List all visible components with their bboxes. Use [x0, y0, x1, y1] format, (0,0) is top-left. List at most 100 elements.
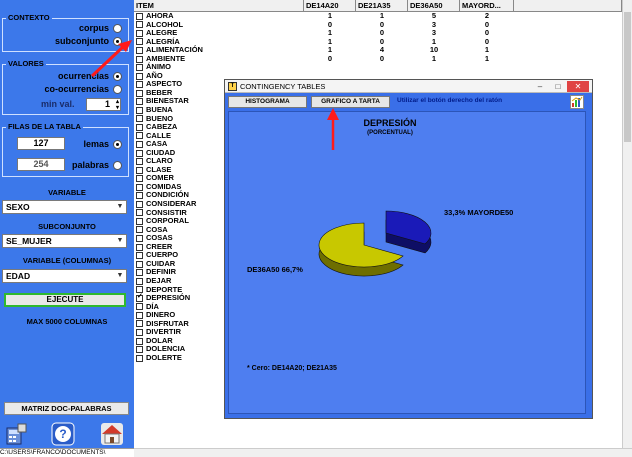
maximize-icon[interactable]: □ — [551, 81, 565, 92]
cell-mayorde50 — [460, 63, 514, 72]
row-checkbox[interactable] — [136, 226, 143, 234]
minimize-icon[interactable]: – — [533, 81, 547, 92]
cell-de21a35: 0 — [379, 53, 385, 63]
row-checkbox[interactable] — [136, 260, 143, 268]
col-header-mayorde50[interactable]: MAYORD... — [460, 0, 514, 11]
row-checkbox[interactable] — [136, 158, 143, 166]
palabras-input[interactable]: 254 — [17, 158, 65, 171]
cell-de21a35 — [356, 63, 408, 72]
cell-mayorde50: 1 — [484, 53, 490, 63]
row-checkbox[interactable] — [136, 183, 143, 191]
table-row[interactable]: ALIMENTACIÓN 1 4 10 1 — [134, 46, 622, 55]
row-checkbox[interactable] — [136, 89, 143, 97]
stepper-arrows-icon[interactable]: ▴ ▾ — [116, 99, 119, 111]
row-checkbox[interactable] — [136, 12, 143, 20]
pie-chart-area[interactable]: DEPRESIÓN (PORCENTUAL) DE36A50 66,7% 33,… — [228, 111, 586, 414]
row-checkbox[interactable] — [136, 29, 143, 37]
row-checkbox[interactable] — [136, 303, 143, 311]
row-checkbox[interactable] — [136, 252, 143, 260]
chevron-down-icon[interactable]: ▼ — [114, 235, 126, 247]
row-checkbox[interactable] — [136, 115, 143, 123]
slice-label-de36a50: DE36A50 66,7% — [247, 265, 303, 274]
row-checkbox[interactable] — [136, 166, 143, 174]
close-icon[interactable]: ✕ — [567, 81, 589, 92]
col-header-empty — [514, 0, 622, 11]
row-checkbox[interactable] — [136, 320, 143, 328]
chevron-down-icon[interactable]: ▼ — [114, 270, 126, 282]
variable-columnas-select[interactable]: EDAD ▼ — [2, 269, 127, 283]
col-header-item[interactable]: ITEM — [134, 0, 304, 11]
col-header-de14a20[interactable]: DE14A20 — [304, 0, 356, 11]
row-checkbox[interactable] — [136, 200, 143, 208]
chevron-down-icon[interactable]: ▼ — [114, 201, 126, 213]
row-checkbox[interactable] — [136, 234, 143, 242]
corpus-radio[interactable] — [113, 23, 122, 33]
row-checkbox[interactable] — [136, 81, 143, 89]
coocurrencias-radio[interactable] — [113, 84, 122, 94]
palabras-option[interactable]: palabras — [72, 160, 122, 170]
grafico-tarta-button[interactable]: GRAFICO A TARTA — [311, 96, 390, 108]
row-checkbox[interactable] — [136, 21, 143, 29]
help-icon[interactable]: ? — [51, 422, 75, 446]
minval-value: 1 — [104, 99, 110, 109]
minval-stepper[interactable]: 1 ▴ ▾ — [86, 98, 121, 111]
col-header-de21a35[interactable]: DE21A35 — [356, 0, 408, 11]
row-checkbox[interactable] — [136, 149, 143, 157]
ejecute-button[interactable]: EJECUTE — [4, 293, 126, 307]
scrollbar-thumb[interactable] — [624, 12, 631, 142]
home-icon[interactable] — [100, 422, 124, 446]
table-row[interactable]: ALEGRE 1 0 3 0 — [134, 29, 622, 38]
vertical-scrollbar[interactable] — [622, 0, 632, 448]
coocurrencias-option[interactable]: co-ocurrencias — [44, 84, 122, 94]
row-checkbox[interactable] — [136, 175, 143, 183]
subconjunto-label: SUBCONJUNTO — [38, 222, 96, 231]
row-checkbox[interactable] — [136, 311, 143, 319]
chart-subtitle: (PORCENTUAL) — [367, 130, 413, 136]
palabras-radio[interactable] — [113, 160, 122, 170]
col-header-de36a50[interactable]: DE36A50 — [408, 0, 460, 11]
row-checkbox[interactable] — [136, 98, 143, 106]
row-checkbox[interactable] — [136, 123, 143, 131]
corpus-label: corpus — [78, 23, 109, 33]
calculator-icon[interactable] — [4, 422, 28, 446]
window-titlebar[interactable]: T CONTINGENCY TABLES – □ ✕ — [225, 80, 592, 93]
row-checkbox[interactable] — [136, 329, 143, 336]
row-checkbox[interactable] — [136, 243, 143, 251]
variable-value: SEXO — [6, 202, 30, 212]
row-checkbox[interactable] — [136, 192, 143, 200]
table-row[interactable]: ALCOHOL 0 0 3 0 — [134, 20, 622, 30]
histograma-button[interactable]: HISTOGRAMA — [228, 96, 307, 108]
svg-text:?: ? — [59, 427, 66, 441]
row-checkbox[interactable] — [136, 346, 143, 354]
matriz-doc-palabras-button[interactable]: MATRIZ DOC-PALABRAS — [4, 402, 129, 415]
path-bar: C:\USERS\FRANCO\DOCUMENTS\ — [0, 448, 134, 457]
slice-label-mayorde50: 33,3% MAYORDE50 — [444, 208, 513, 217]
table-row[interactable]: ÁNIMO — [134, 63, 622, 72]
row-checkbox[interactable] — [136, 209, 143, 217]
lemas-option[interactable]: lemas — [83, 139, 122, 149]
cell-de36a50: 1 — [431, 53, 437, 63]
table-row[interactable]: AMBIENTE 0 0 1 1 — [134, 53, 622, 64]
table-row[interactable]: AHORA 1 1 5 2 — [134, 11, 622, 21]
row-checkbox[interactable] — [136, 337, 143, 345]
row-checkbox[interactable] — [136, 269, 143, 277]
table-row[interactable]: ALEGRÍA 1 0 1 0 — [134, 37, 622, 47]
variable-label: VARIABLE — [48, 188, 86, 197]
row-checkbox[interactable] — [136, 293, 143, 302]
variable-select[interactable]: SEXO ▼ — [2, 200, 127, 214]
minval-label: min val. — [41, 99, 75, 109]
corpus-option[interactable]: corpus — [79, 23, 122, 33]
row-checkbox[interactable] — [136, 217, 143, 225]
row-checkbox[interactable] — [136, 106, 143, 114]
row-checkbox[interactable] — [136, 140, 143, 148]
chart-settings-icon[interactable] — [570, 95, 584, 109]
coocurrencias-label: co-ocurrencias — [44, 84, 109, 94]
lemas-radio[interactable] — [113, 139, 122, 149]
row-checkbox[interactable] — [136, 277, 143, 285]
lemas-input[interactable]: 127 — [17, 137, 65, 150]
row-checkbox[interactable] — [136, 132, 143, 140]
lemas-label: lemas — [83, 139, 109, 149]
row-checkbox[interactable] — [136, 354, 143, 362]
subconjunto-select[interactable]: SE_MUJER ▼ — [2, 234, 127, 248]
filas-title: FILAS DE LA TABLA — [6, 122, 83, 131]
